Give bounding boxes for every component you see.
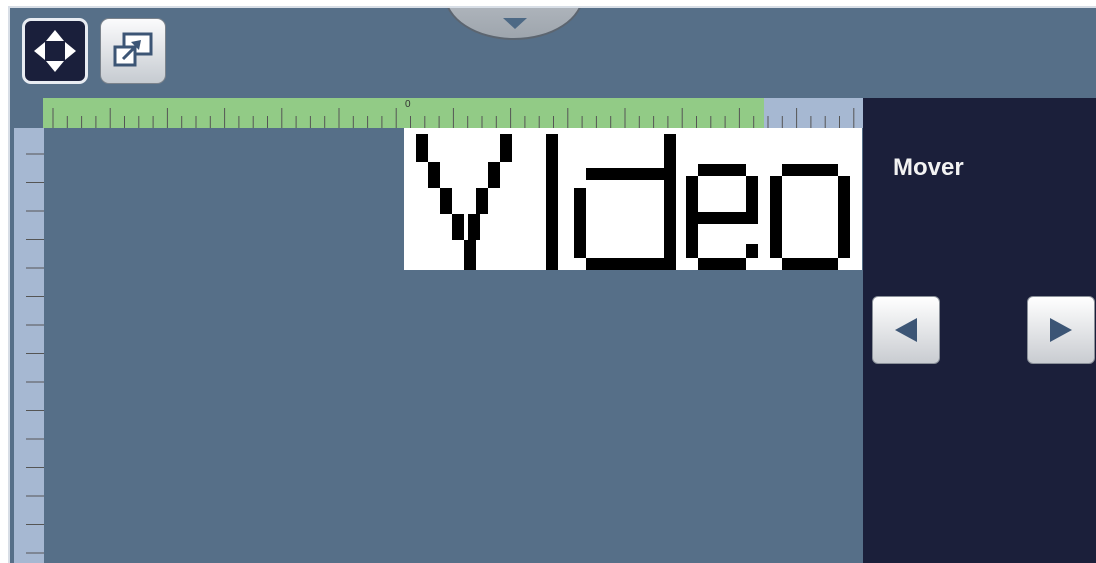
arrow-right-icon [1050,318,1072,342]
video-text-bitmap [416,134,850,270]
ruler-corner [14,98,43,128]
editor-screen: 0 Mover [8,6,1096,563]
move-left-button[interactable] [872,296,940,364]
chevron-down-icon [503,18,527,29]
move-right-button[interactable] [1027,296,1095,364]
mover-panel: Mover [863,98,1096,563]
arrow-left-icon [895,318,917,342]
panel-title: Mover [893,154,964,181]
horizontal-ruler: 0 [43,98,863,128]
top-dropdown-tab[interactable] [444,8,584,40]
move-arrows-icon [34,30,76,72]
vertical-ruler [14,128,44,563]
ruler-zero-label: 0 [405,99,411,110]
resize-expand-icon [113,32,153,67]
move-mode-button[interactable] [22,18,88,84]
resize-mode-button[interactable] [100,18,166,84]
message-preview[interactable] [404,128,862,270]
